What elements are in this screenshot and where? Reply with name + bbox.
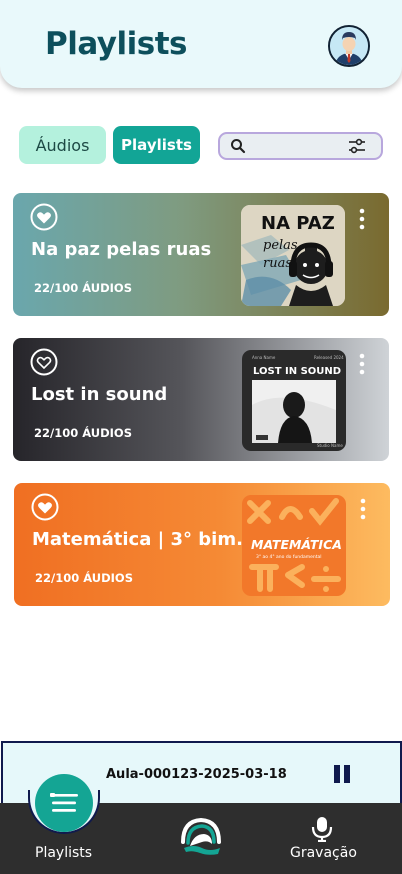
playlist-count: 22/100 ÁUDIOS — [34, 281, 132, 295]
svg-text:NA PAZ: NA PAZ — [261, 213, 335, 234]
more-options-icon[interactable] — [358, 208, 366, 230]
playlist-cover: Anna Name Released 2024 LOST IN SOUND St… — [242, 350, 346, 451]
playlist-name: Lost in sound — [31, 384, 168, 405]
playlist-count: 22/100 ÁUDIOS — [34, 426, 132, 440]
more-options-icon[interactable] — [359, 498, 367, 520]
svg-text:Studio Name: Studio Name — [317, 443, 343, 448]
search-input[interactable] — [218, 132, 383, 160]
more-options-icon[interactable] — [358, 353, 366, 375]
heart-icon[interactable] — [31, 493, 59, 521]
nav-label-playlists[interactable]: Playlists — [35, 845, 92, 861]
playlist-name: Matemática | 3° bim... — [32, 529, 257, 550]
playlist-card[interactable]: Na paz pelas ruas 22/100 ÁUDIOS NA PAZ p… — [13, 193, 389, 316]
svg-text:Anna Name: Anna Name — [252, 355, 276, 360]
heart-icon[interactable] — [30, 203, 58, 231]
user-avatar-icon[interactable] — [328, 25, 370, 67]
svg-text:MATEMÁTICA: MATEMÁTICA — [251, 537, 342, 552]
svg-text:3° ao 4° ano do fundamental: 3° ao 4° ano do fundamental — [256, 554, 322, 560]
microphone-icon[interactable] — [311, 816, 333, 842]
player-title: Aula-000123-2025-03-18 — [106, 767, 287, 782]
playlist-cover: MATEMÁTICA 3° ao 4° ano do fundamental — [242, 495, 346, 596]
playlist-card[interactable]: Matemática | 3° bim... 22/100 ÁUDIOS MAT… — [14, 483, 390, 606]
svg-text:Released 2024: Released 2024 — [314, 355, 344, 360]
playlist-name: Na paz pelas ruas — [31, 239, 212, 260]
tab-audios[interactable]: Áudios — [19, 126, 106, 164]
playlist-count: 22/100 ÁUDIOS — [35, 571, 133, 585]
heart-icon[interactable] — [30, 348, 58, 376]
app-header: Playlists — [0, 0, 402, 88]
list-menu-icon — [50, 793, 78, 812]
svg-text:LOST IN SOUND: LOST IN SOUND — [253, 366, 341, 377]
pause-icon[interactable] — [333, 765, 351, 783]
svg-text:ruas: ruas — [263, 256, 292, 271]
filter-sliders-icon[interactable] — [348, 138, 366, 158]
playlist-cover: NA PAZ pelas ruas — [241, 205, 345, 306]
app-logo-icon[interactable] — [180, 816, 222, 856]
page-title: Playlists — [45, 26, 188, 62]
svg-text:pelas: pelas — [263, 238, 298, 253]
search-icon — [230, 138, 246, 158]
nav-playlists-button[interactable] — [35, 774, 93, 832]
nav-label-gravacao[interactable]: Gravação — [290, 845, 357, 861]
tab-playlists[interactable]: Playlists — [113, 126, 200, 164]
playlist-card[interactable]: Lost in sound 22/100 ÁUDIOS Anna Name Re… — [13, 338, 389, 461]
